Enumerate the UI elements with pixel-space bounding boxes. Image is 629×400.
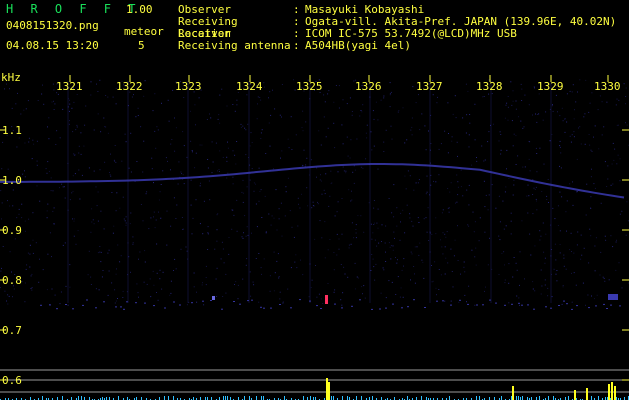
meteor-echo [212, 296, 215, 300]
time-tick-label: 1329 [537, 80, 564, 93]
level-bar [608, 384, 610, 400]
meteor-count: 5 [138, 39, 145, 52]
level-bar [512, 386, 514, 400]
meteor-echo [325, 295, 328, 304]
meteor-label: meteor [124, 25, 164, 38]
time-tick-label: 1325 [296, 80, 323, 93]
file-name: 0408151320.png [6, 19, 99, 32]
level-bar [614, 386, 616, 400]
info-separator: : [293, 39, 300, 52]
time-tick-label: 1327 [416, 80, 443, 93]
axis-ticks: kHz 1321 1322 1323 1324 1325 1326 1327 1328 1329 1… [0, 73, 629, 387]
freq-tick-label: 1.0 [2, 174, 22, 187]
freq-tick-label: 0.9 [2, 224, 22, 237]
app-name: H R O F F T [6, 2, 141, 16]
level-bar [327, 386, 329, 400]
level-bar [611, 382, 613, 400]
time-tick-label: 1322 [116, 80, 143, 93]
time-tick-label: 1328 [476, 80, 503, 93]
freq-tick-label: 1.1 [2, 124, 22, 137]
station-info: Observer: Masayuki Kobayashi Receiving Loc… [178, 4, 616, 52]
time-tick-label: 1321 [56, 80, 83, 93]
meteor-echoes [40, 294, 621, 310]
noise-layer [0, 79, 629, 306]
time-tick-label: 1323 [175, 80, 202, 93]
level-bar [586, 388, 588, 400]
level-bar [574, 390, 576, 400]
spectrogram-plot: kHz 1321 1322 1323 1324 1325 1326 1327 1328 1329 1… [0, 73, 629, 400]
baseline-lines [0, 369, 629, 393]
time-tick-label: 1330 [594, 80, 621, 93]
info-row: Receiving antenna: A504HB(yagi 4el) [178, 40, 616, 52]
freq-tick-label: 0.8 [2, 274, 22, 287]
signal-level-bars [0, 378, 629, 400]
carrier-trace [0, 163, 625, 199]
info-key: Receiving antenna [178, 39, 291, 52]
freq-tick-label: 0.6 [2, 374, 22, 387]
meteor-echo [608, 294, 618, 300]
app-version: 1.00 [126, 3, 153, 16]
datetime: 04.08.15 13:20 [6, 39, 99, 52]
freq-tick-label: 0.7 [2, 324, 22, 337]
time-tick-label: 1326 [355, 80, 382, 93]
y-unit-label: kHz [1, 73, 21, 84]
time-tick-label: 1324 [236, 80, 263, 93]
info-value: A504HB(yagi 4el) [305, 39, 411, 52]
